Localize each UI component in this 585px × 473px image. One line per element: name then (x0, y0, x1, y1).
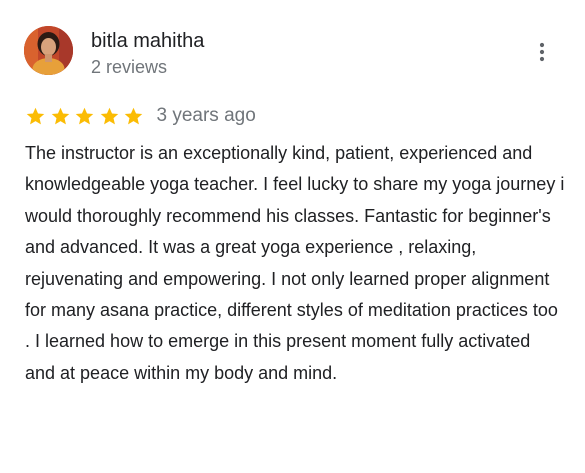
star-icon (51, 107, 69, 124)
review-card: bitla mahitha 2 reviews 3 years ago The … (0, 0, 585, 473)
reviewer-name[interactable]: bitla mahitha (91, 29, 204, 53)
star-icon (100, 107, 118, 124)
review-date: 3 years ago (156, 105, 256, 126)
review-text: The instructor is an exceptionally kind,… (25, 143, 565, 383)
more-options-button[interactable] (528, 38, 556, 66)
profile-photo-icon (24, 26, 73, 75)
star-rating (25, 106, 148, 127)
review-count[interactable]: 2 reviews (91, 56, 167, 78)
vertical-ellipsis-icon (539, 42, 545, 62)
avatar[interactable] (24, 26, 73, 75)
star-icon (124, 107, 143, 124)
star-icon (26, 107, 45, 124)
star-icon (75, 107, 94, 124)
rating-row: 3 years ago (25, 103, 256, 129)
